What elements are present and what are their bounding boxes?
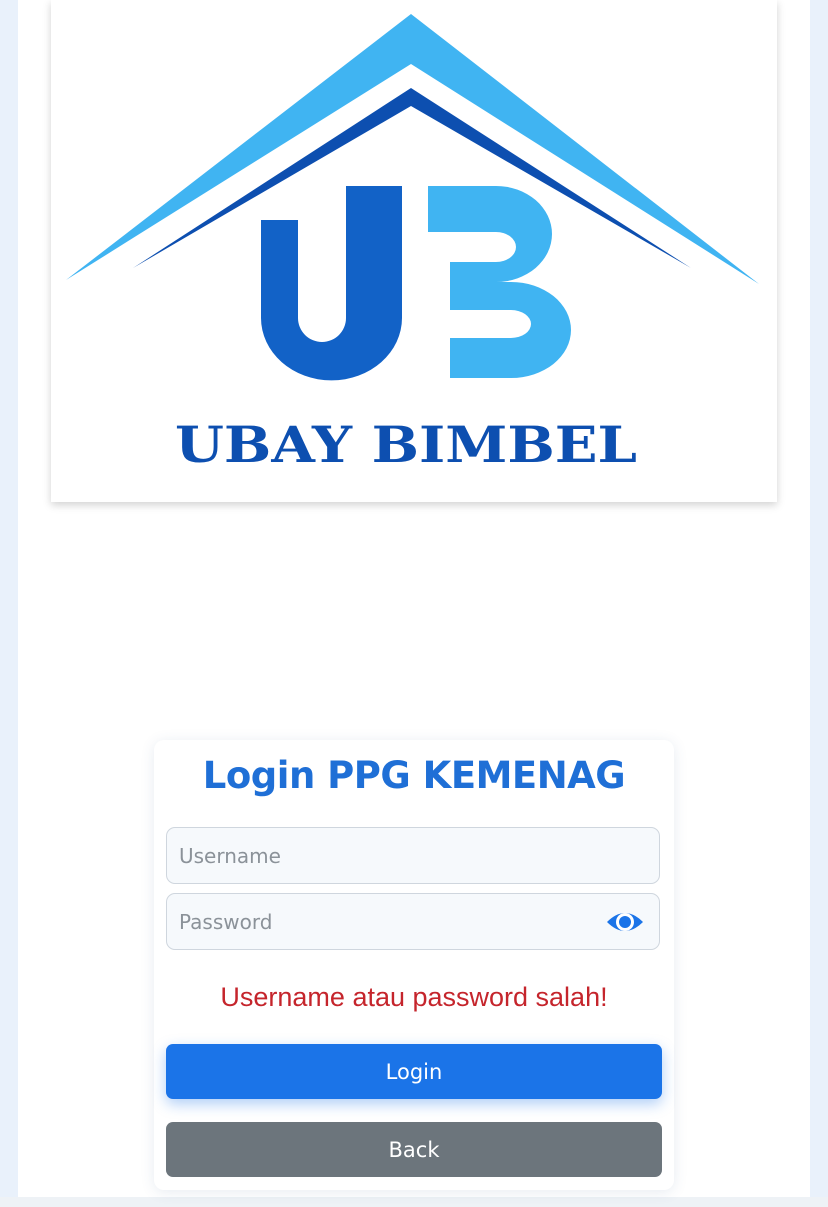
login-button[interactable]: Login: [166, 1044, 662, 1099]
logo-brand-text: UBAY BIMBEL: [175, 415, 637, 474]
logo-letter-u: [261, 186, 402, 381]
username-input[interactable]: [166, 827, 660, 884]
error-message: Username atau password salah!: [220, 982, 608, 1012]
eye-icon[interactable]: [605, 906, 645, 938]
back-button[interactable]: Back: [166, 1122, 662, 1177]
logo-letter-b: [428, 186, 571, 378]
login-title: Login PPG KEMENAG: [202, 754, 626, 797]
login-card: Login PPG KEMENAG Username atau password…: [154, 740, 674, 1190]
logo-roof-light: [66, 14, 759, 284]
password-input[interactable]: [166, 893, 660, 950]
ubay-bimbel-logo: UBAY BIMBEL: [66, 14, 759, 474]
logo-banner: UBAY BIMBEL: [51, 0, 777, 502]
bottom-strip: [0, 1197, 828, 1207]
